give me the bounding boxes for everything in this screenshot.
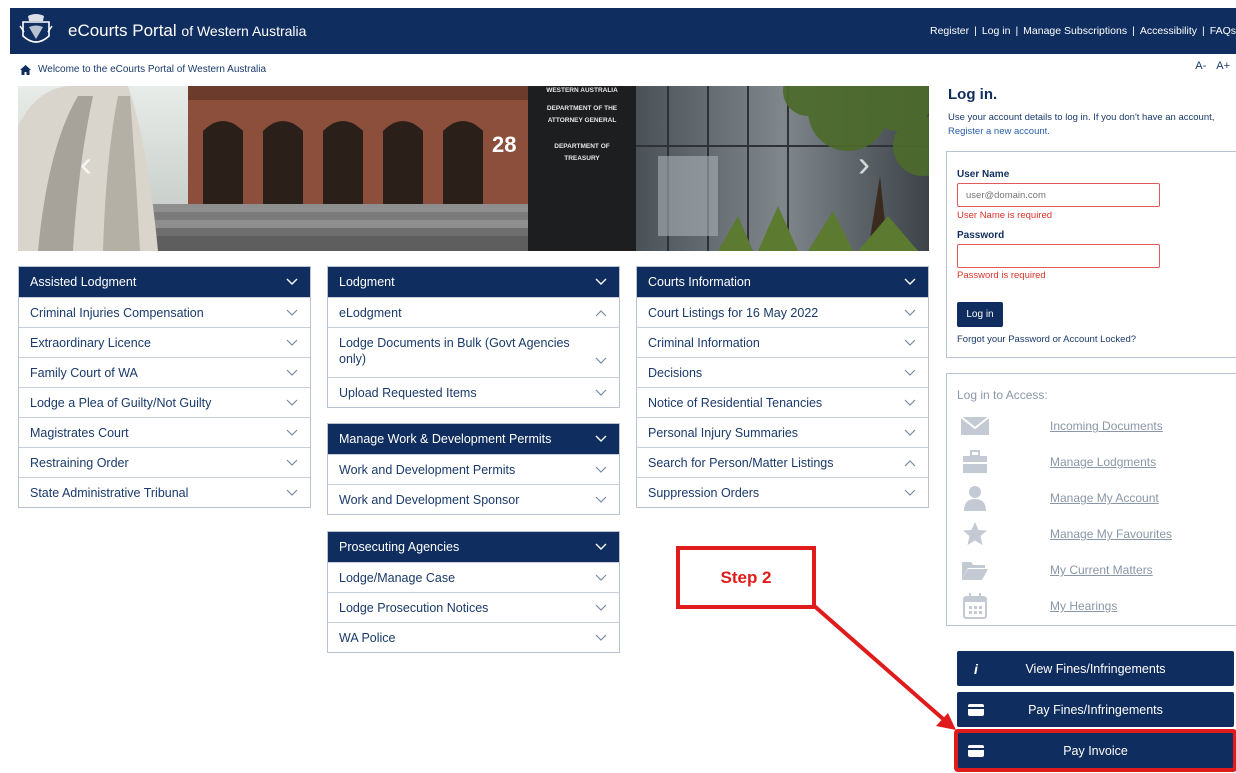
annotation-arrow xyxy=(810,602,956,730)
step-2-callout: Step 2 xyxy=(676,546,816,609)
pay-invoice-highlight xyxy=(954,729,1236,772)
